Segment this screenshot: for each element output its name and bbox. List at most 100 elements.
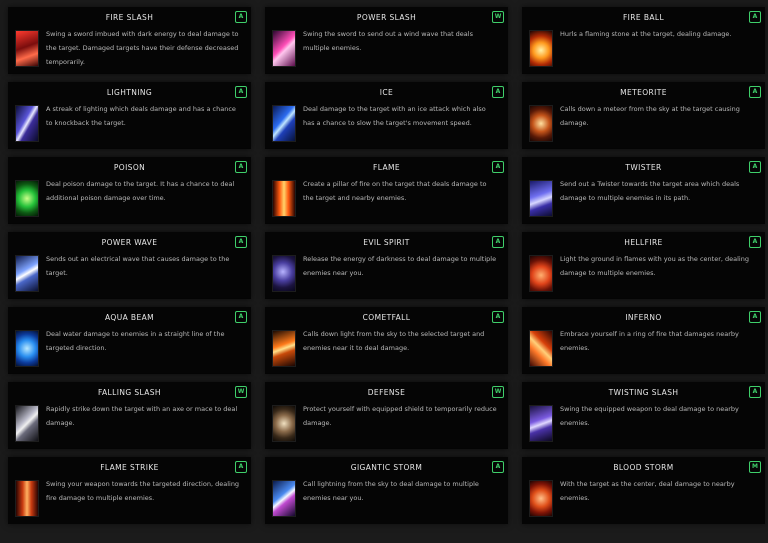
skill-card-lightning[interactable]: LIGHTNING A A streak of lighting which d…: [8, 82, 251, 149]
skill-card-ice[interactable]: ICE A Deal damage to the target with an …: [265, 82, 508, 149]
poison-icon: [15, 180, 39, 217]
skill-title: EVIL SPIRIT: [363, 238, 410, 247]
skill-description: Swing the equipped weapon to deal damage…: [560, 405, 739, 427]
skill-badge: A: [749, 86, 761, 98]
skill-badge: A: [749, 311, 761, 323]
skill-title: HELLFIRE: [624, 238, 663, 247]
skill-description: Hurls a flaming stone at the target, dea…: [560, 30, 732, 38]
ice-icon: [272, 105, 296, 142]
skill-description: Embrace yourself in a ring of fire that …: [560, 330, 739, 352]
skill-badge: A: [492, 236, 504, 248]
skill-title: TWISTER: [625, 163, 662, 172]
skill-grid: FIRE SLASH A Swing a sword imbued with d…: [8, 7, 765, 524]
skill-title: METEORITE: [620, 88, 667, 97]
fire-ball-icon: [529, 30, 553, 67]
meteorite-icon: [529, 105, 553, 142]
skill-title: INFERNO: [625, 313, 662, 322]
skill-description: Sends out an electrical wave that causes…: [46, 255, 230, 277]
skill-title: LIGHTNING: [106, 88, 153, 97]
skill-card-evil-spirit[interactable]: EVIL SPIRIT A Release the energy of dark…: [265, 232, 508, 299]
power-slash-icon: [272, 30, 296, 67]
skill-card-cometfall[interactable]: COMETFALL A Calls down light from the sk…: [265, 307, 508, 374]
skill-card-fire-slash[interactable]: FIRE SLASH A Swing a sword imbued with d…: [8, 7, 251, 74]
skill-card-twisting-slash[interactable]: TWISTING SLASH A Swing the equipped weap…: [522, 382, 765, 449]
skill-title: GIGANTIC STORM: [350, 463, 423, 472]
blood-storm-icon: [529, 480, 553, 517]
skill-description: A streak of lighting which deals damage …: [46, 105, 236, 127]
skill-description: Deal damage to the target with an ice at…: [303, 105, 486, 127]
skill-badge: A: [749, 236, 761, 248]
lightning-icon: [15, 105, 39, 142]
skill-title: ICE: [379, 88, 394, 97]
evil-spirit-icon: [272, 255, 296, 292]
skill-badge: A: [749, 161, 761, 173]
falling-slash-icon: [15, 405, 39, 442]
skill-card-twister[interactable]: TWISTER A Send out a Twister towards the…: [522, 157, 765, 224]
skill-description: Create a pillar of fire on the target th…: [303, 180, 487, 202]
skill-card-power-slash[interactable]: POWER SLASH W Swing the sword to send ou…: [265, 7, 508, 74]
skill-badge: A: [492, 461, 504, 473]
skill-title: TWISTING SLASH: [608, 388, 679, 397]
power-wave-icon: [15, 255, 39, 292]
skill-title: FIRE SLASH: [105, 13, 154, 22]
skill-badge: A: [492, 311, 504, 323]
skill-card-falling-slash[interactable]: FALLING SLASH W Rapidly strike down the …: [8, 382, 251, 449]
skill-badge: A: [235, 311, 247, 323]
twisting-slash-icon: [529, 405, 553, 442]
skill-title: COMETFALL: [362, 313, 411, 322]
skill-card-defense[interactable]: DEFENSE W Protect yourself with equipped…: [265, 382, 508, 449]
skill-card-hellfire[interactable]: HELLFIRE A Light the ground in flames wi…: [522, 232, 765, 299]
skill-badge: A: [235, 86, 247, 98]
skill-description: Light the ground in flames with you as t…: [560, 255, 749, 277]
inferno-icon: [529, 330, 553, 367]
skill-title: FLAME: [372, 163, 400, 172]
skill-card-poison[interactable]: POISON A Deal poison damage to the targe…: [8, 157, 251, 224]
skill-card-inferno[interactable]: INFERNO A Embrace yourself in a ring of …: [522, 307, 765, 374]
skill-title: AQUA BEAM: [105, 313, 154, 322]
skill-description: Call lightning from the sky to deal dama…: [303, 480, 479, 502]
skill-description: Send out a Twister towards the target ar…: [560, 180, 740, 202]
defense-icon: [272, 405, 296, 442]
skill-description: With the target as the center, deal dama…: [560, 480, 735, 502]
skill-card-fire-ball[interactable]: FIRE BALL A Hurls a flaming stone at the…: [522, 7, 765, 74]
skill-badge: W: [235, 386, 247, 398]
skill-badge: A: [235, 161, 247, 173]
fire-slash-icon: [15, 30, 39, 67]
skill-badge: A: [235, 11, 247, 23]
skill-badge: A: [492, 86, 504, 98]
skill-badge: M: [749, 461, 761, 473]
skill-card-flame[interactable]: FLAME A Create a pillar of fire on the t…: [265, 157, 508, 224]
skill-badge: A: [235, 236, 247, 248]
hellfire-icon: [529, 255, 553, 292]
skill-description: Deal poison damage to the target. It has…: [46, 180, 235, 202]
skill-card-gigantic-storm[interactable]: GIGANTIC STORM A Call lightning from the…: [265, 457, 508, 524]
gigantic-storm-icon: [272, 480, 296, 517]
skill-badge: A: [749, 386, 761, 398]
skill-badge: W: [492, 11, 504, 23]
flame-icon: [272, 180, 296, 217]
skill-title: DEFENSE: [367, 388, 406, 397]
skill-card-aqua-beam[interactable]: AQUA BEAM A Deal water damage to enemies…: [8, 307, 251, 374]
skill-card-power-wave[interactable]: POWER WAVE A Sends out an electrical wav…: [8, 232, 251, 299]
skill-badge: A: [749, 11, 761, 23]
skill-description: Calls down a meteor from the sky at the …: [560, 105, 740, 127]
skill-description: Protect yourself with equipped shield to…: [303, 405, 497, 427]
skill-badge: A: [235, 461, 247, 473]
skill-title: POISON: [113, 163, 146, 172]
skill-title: FALLING SLASH: [98, 388, 161, 397]
skill-title: POWER WAVE: [101, 238, 158, 247]
skill-description: Deal water damage to enemies in a straig…: [46, 330, 225, 352]
skill-title: POWER SLASH: [356, 13, 417, 22]
skill-card-meteorite[interactable]: METEORITE A Calls down a meteor from the…: [522, 82, 765, 149]
skill-badge: W: [492, 386, 504, 398]
skill-description: Swing the sword to send out a wind wave …: [303, 30, 473, 52]
skill-card-blood-storm[interactable]: BLOOD STORM M With the target as the cen…: [522, 457, 765, 524]
skill-card-flame-strike[interactable]: FLAME STRIKE A Swing your weapon towards…: [8, 457, 251, 524]
flame-strike-icon: [15, 480, 39, 517]
cometfall-icon: [272, 330, 296, 367]
skill-description: Release the energy of darkness to deal d…: [303, 255, 497, 277]
skill-description: Swing a sword imbued with dark energy to…: [46, 30, 239, 66]
skill-description: Swing your weapon towards the targeted d…: [46, 480, 240, 502]
twister-icon: [529, 180, 553, 217]
skill-description: Calls down light from the sky to the sel…: [303, 330, 485, 352]
